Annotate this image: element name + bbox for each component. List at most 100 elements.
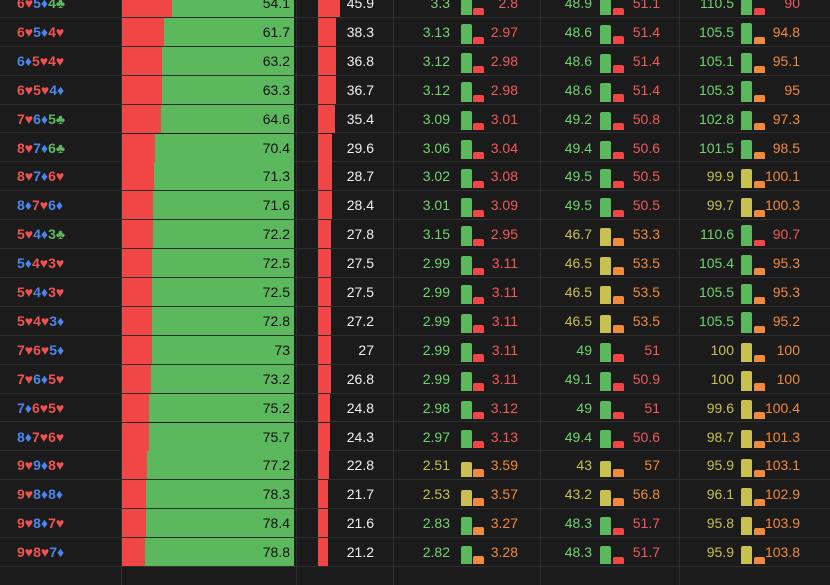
card: 5♥: [17, 278, 33, 306]
table-row[interactable]: 9♥9♦8♥ 77.2 22.8 2.51 3.59 43 57 95.9 103.1: [0, 451, 830, 481]
card: 8♥: [17, 134, 33, 162]
card-rank: 8: [48, 486, 56, 503]
table-row[interactable]: 7♥6♦5♥ 73.2 26.8 2.99 3.11 49.1 50.9 100 100: [0, 364, 830, 394]
card: 5♥: [17, 220, 33, 248]
diamond-icon: ♦: [57, 81, 65, 98]
metric-e-bar: [741, 371, 752, 391]
table-row[interactable]: 7♥6♥5♦ 73 27 2.99 3.11 49 51 100 100: [0, 335, 830, 365]
table-row[interactable]: 9♥8♦8♦ 78.3 21.7 2.53 3.57 43.2 56.8 96.1 102.9: [0, 480, 830, 510]
hand-cell: 6♥5♥4♦: [0, 76, 120, 104]
metric-d-value: 50.5: [632, 197, 660, 214]
card-rank: 5: [33, 23, 41, 40]
club-icon: ♣: [55, 139, 66, 156]
hand-cell: 9♥8♦7♥: [0, 509, 120, 537]
table-row[interactable]: 7♦6♥5♥ 75.2 24.8 2.98 3.12 49 51 99.6 100.4: [0, 393, 830, 423]
card: 8♦: [48, 480, 63, 508]
metric-a-bar: [461, 400, 472, 420]
metric-a-value: 2.97: [422, 428, 450, 445]
metric-a-value: 2.99: [422, 255, 450, 272]
metric-a-value: 3.09: [422, 110, 450, 127]
card: 5♦: [33, 18, 48, 46]
card: 5♥: [17, 307, 33, 335]
metric-e-bar: [741, 487, 752, 507]
win-lose-bar: 71.6: [122, 191, 294, 220]
card: 6♥: [32, 394, 48, 422]
metric-c-value: 49: [576, 341, 592, 358]
metric-e-bar: [741, 254, 752, 275]
metric-f-value: 103.1: [764, 457, 800, 474]
card-rank: 7: [48, 515, 56, 532]
metric-b-value: 3.12: [490, 399, 518, 416]
metric-a-value: 2.99: [422, 284, 450, 300]
metric-c-bar: [600, 285, 611, 304]
card-rank: 8: [33, 515, 41, 532]
win-value: 73.2: [262, 370, 290, 387]
table-row[interactable]: 7♥6♦5♣ 64.6 35.4 3.09 3.01 49.2 50.8 102.8 97.3: [0, 104, 830, 134]
card-rank: 5: [48, 110, 56, 127]
card-rank: 6: [48, 197, 56, 214]
card-rank: 6: [48, 139, 56, 156]
club-icon: ♣: [55, 110, 66, 127]
card-rank: 6: [17, 23, 25, 40]
metric-f-value: 95.2: [772, 312, 800, 329]
heart-icon: ♥: [24, 226, 34, 243]
metric-a-bar: [461, 110, 472, 131]
table-row[interactable]: 9♥8♥7♦ 78.8 21.2 2.82 3.28 48.3 51.7 95.9 103.8: [0, 538, 830, 567]
table-row[interactable]: 5♦4♥3♥ 72.5 27.5 2.99 3.11 46.5 53.5 105.4 95.3: [0, 249, 830, 278]
table-row[interactable]: 6♥5♥4♦ 63.3 36.7 3.12 2.98 48.6 51.4 105.3 95: [0, 75, 830, 105]
metric-c-bar: [600, 545, 611, 564]
card: 4♦: [49, 76, 64, 104]
win-value: 73: [274, 341, 290, 358]
table-row[interactable]: 9♥8♦7♥ 78.4 21.6 2.83 3.27 48.3 51.7 95.8 103.9: [0, 509, 830, 539]
lose-share-bar: [122, 538, 146, 567]
metric-c-bar: [600, 429, 611, 449]
metric-e-value: 102.8: [698, 110, 734, 127]
win-lose-bar: 72.5: [122, 249, 294, 278]
lose-share-bar: [122, 509, 146, 538]
table-row[interactable]: 5♥4♦3♣ 72.2 27.8 3.15 2.95 46.7 53.3 110.6 90.7: [0, 220, 830, 250]
heart-icon: ♥: [24, 486, 34, 503]
table-row[interactable]: 8♦7♥6♥ 75.7 24.3 2.97 3.13 49.4 50.6 98.7 101.3: [0, 422, 830, 452]
metric-d-value: 50.8: [632, 110, 660, 127]
table-row[interactable]: 6♦5♥4♥ 63.2 36.8 3.12 2.98 48.6 51.4 105.1 95.1: [0, 46, 830, 76]
heart-icon: ♥: [24, 284, 34, 300]
table-row[interactable]: 6♥5♦4♥ 61.7 38.3 3.13 2.97 48.6 51.4 105.5 94.8: [0, 17, 830, 47]
card-rank: 5: [33, 81, 41, 98]
lose-value: 38.3: [346, 23, 374, 40]
card-rank: 9: [17, 515, 25, 532]
metric-e-value: 105.3: [698, 81, 734, 98]
metric-f-value: 95: [784, 81, 800, 98]
hand-cell: 6♥5♦4♥: [0, 18, 120, 46]
card: 8♦: [33, 480, 48, 508]
card-rank: 6: [31, 399, 40, 416]
diamond-icon: ♦: [40, 284, 49, 300]
table-row[interactable]: 8♦7♥6♦ 71.6 28.4 3.01 3.09 49.5 50.5 99.7 100.3: [0, 191, 830, 221]
metric-f-value: 97.3: [772, 110, 800, 127]
card-rank: 7: [33, 168, 41, 185]
diamond-icon: ♦: [24, 255, 32, 272]
card-rank: 7: [49, 544, 58, 561]
metric-e-value: 95.9: [706, 544, 734, 561]
metric-c-bar: [600, 400, 611, 420]
metric-c-value: 46.5: [564, 312, 592, 329]
metric-e-bar: [741, 283, 752, 304]
table-row[interactable]: 8♥7♦6♥ 71.3 28.7 3.02 3.08 49.5 50.5 99.9 100.1: [0, 162, 830, 192]
table-row[interactable]: 5♥4♥3♦ 72.8 27.2 2.99 3.11 46.5 53.5 105.5 95.2: [0, 306, 830, 336]
table-row[interactable]: 6♥5♦4♣ 54.1 45.9 3.3 2.8 48.9 51.1 110.5 90: [0, 0, 830, 18]
card: 5♥: [48, 394, 64, 422]
metric-a-bar: [461, 0, 472, 15]
card-rank: 5: [17, 255, 25, 272]
diamond-icon: ♦: [40, 226, 49, 243]
metric-d-value: 50.5: [632, 168, 660, 185]
table-row[interactable]: 5♥4♦3♥ 72.5 27.5 2.99 3.11 46.5 53.5 105.5 95.3: [0, 278, 830, 307]
lose-share-bar: [122, 451, 148, 480]
metric-a-bar: [461, 342, 472, 362]
diamond-icon: ♦: [24, 399, 32, 416]
card: 7♥: [32, 423, 48, 451]
table-row[interactable]: 8♥7♦6♣ 70.4 29.6 3.06 3.04 49.4 50.6 101.5 98.5: [0, 133, 830, 163]
hand-cell: 7♥6♦5♥: [0, 365, 120, 393]
win-value: 72.2: [262, 226, 290, 243]
win-lose-bar: 63.2: [122, 46, 294, 75]
heart-icon: ♥: [39, 197, 49, 214]
lose-share-bar: [122, 0, 173, 17]
